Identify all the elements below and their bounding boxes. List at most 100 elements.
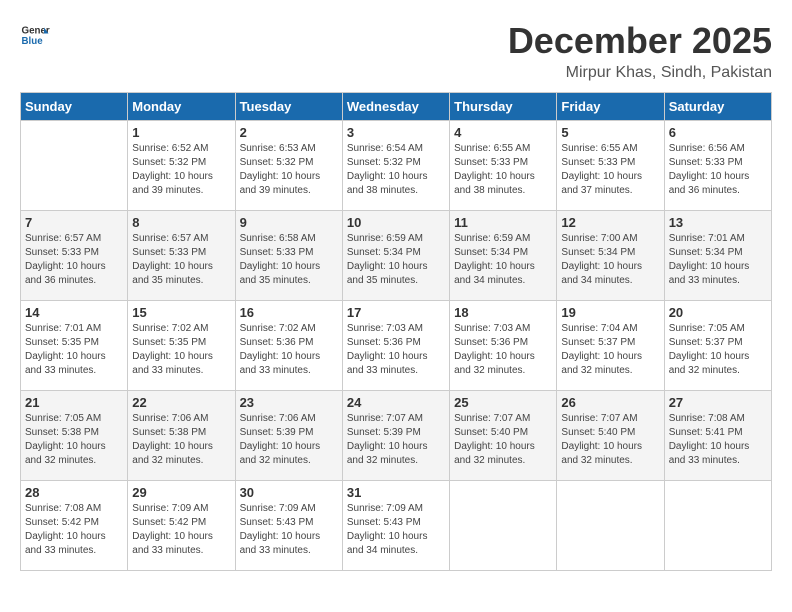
calendar-cell: 9 Sunrise: 6:58 AM Sunset: 5:33 PM Dayli… [235, 211, 342, 301]
logo-icon: General Blue [20, 20, 50, 50]
calendar-cell [557, 481, 664, 571]
cell-info: Sunrise: 6:53 AM Sunset: 5:32 PM Dayligh… [240, 142, 338, 198]
calendar-cell: 19 Sunrise: 7:04 AM Sunset: 5:37 PM Dayl… [557, 301, 664, 391]
calendar-week-row: 28 Sunrise: 7:08 AM Sunset: 5:42 PM Dayl… [21, 481, 772, 571]
calendar-week-row: 1 Sunrise: 6:52 AM Sunset: 5:32 PM Dayli… [21, 121, 772, 211]
cell-info: Sunrise: 7:09 AM Sunset: 5:43 PM Dayligh… [347, 502, 445, 558]
calendar-cell [21, 121, 128, 211]
calendar-cell: 2 Sunrise: 6:53 AM Sunset: 5:32 PM Dayli… [235, 121, 342, 211]
header-friday: Friday [557, 93, 664, 121]
cell-day-number: 28 [25, 485, 123, 500]
calendar-cell: 4 Sunrise: 6:55 AM Sunset: 5:33 PM Dayli… [450, 121, 557, 211]
calendar-cell: 26 Sunrise: 7:07 AM Sunset: 5:40 PM Dayl… [557, 391, 664, 481]
calendar-week-row: 21 Sunrise: 7:05 AM Sunset: 5:38 PM Dayl… [21, 391, 772, 481]
cell-day-number: 11 [454, 215, 552, 230]
cell-info: Sunrise: 6:55 AM Sunset: 5:33 PM Dayligh… [454, 142, 552, 198]
cell-day-number: 16 [240, 305, 338, 320]
cell-info: Sunrise: 7:04 AM Sunset: 5:37 PM Dayligh… [561, 322, 659, 378]
calendar-cell: 14 Sunrise: 7:01 AM Sunset: 5:35 PM Dayl… [21, 301, 128, 391]
cell-day-number: 8 [132, 215, 230, 230]
header-saturday: Saturday [664, 93, 771, 121]
cell-day-number: 14 [25, 305, 123, 320]
cell-info: Sunrise: 6:54 AM Sunset: 5:32 PM Dayligh… [347, 142, 445, 198]
cell-day-number: 24 [347, 395, 445, 410]
cell-day-number: 17 [347, 305, 445, 320]
cell-info: Sunrise: 7:05 AM Sunset: 5:37 PM Dayligh… [669, 322, 767, 378]
cell-info: Sunrise: 7:09 AM Sunset: 5:42 PM Dayligh… [132, 502, 230, 558]
logo: General Blue [20, 20, 50, 50]
calendar-cell: 28 Sunrise: 7:08 AM Sunset: 5:42 PM Dayl… [21, 481, 128, 571]
cell-info: Sunrise: 6:59 AM Sunset: 5:34 PM Dayligh… [347, 232, 445, 288]
calendar-cell: 3 Sunrise: 6:54 AM Sunset: 5:32 PM Dayli… [342, 121, 449, 211]
cell-day-number: 30 [240, 485, 338, 500]
calendar-cell: 29 Sunrise: 7:09 AM Sunset: 5:42 PM Dayl… [128, 481, 235, 571]
cell-day-number: 18 [454, 305, 552, 320]
calendar-table: SundayMondayTuesdayWednesdayThursdayFrid… [20, 92, 772, 571]
cell-day-number: 29 [132, 485, 230, 500]
calendar-cell: 18 Sunrise: 7:03 AM Sunset: 5:36 PM Dayl… [450, 301, 557, 391]
cell-info: Sunrise: 7:03 AM Sunset: 5:36 PM Dayligh… [347, 322, 445, 378]
cell-day-number: 10 [347, 215, 445, 230]
cell-info: Sunrise: 7:06 AM Sunset: 5:39 PM Dayligh… [240, 412, 338, 468]
cell-day-number: 31 [347, 485, 445, 500]
calendar-cell: 23 Sunrise: 7:06 AM Sunset: 5:39 PM Dayl… [235, 391, 342, 481]
title-section: December 2025 Mirpur Khas, Sindh, Pakist… [508, 20, 772, 82]
cell-info: Sunrise: 6:52 AM Sunset: 5:32 PM Dayligh… [132, 142, 230, 198]
cell-info: Sunrise: 6:59 AM Sunset: 5:34 PM Dayligh… [454, 232, 552, 288]
cell-day-number: 7 [25, 215, 123, 230]
calendar-week-row: 7 Sunrise: 6:57 AM Sunset: 5:33 PM Dayli… [21, 211, 772, 301]
cell-day-number: 5 [561, 125, 659, 140]
cell-info: Sunrise: 7:07 AM Sunset: 5:40 PM Dayligh… [561, 412, 659, 468]
calendar-cell: 6 Sunrise: 6:56 AM Sunset: 5:33 PM Dayli… [664, 121, 771, 211]
calendar-cell: 10 Sunrise: 6:59 AM Sunset: 5:34 PM Dayl… [342, 211, 449, 301]
calendar-cell: 13 Sunrise: 7:01 AM Sunset: 5:34 PM Dayl… [664, 211, 771, 301]
calendar-cell: 11 Sunrise: 6:59 AM Sunset: 5:34 PM Dayl… [450, 211, 557, 301]
calendar-cell: 30 Sunrise: 7:09 AM Sunset: 5:43 PM Dayl… [235, 481, 342, 571]
calendar-cell: 24 Sunrise: 7:07 AM Sunset: 5:39 PM Dayl… [342, 391, 449, 481]
cell-info: Sunrise: 6:56 AM Sunset: 5:33 PM Dayligh… [669, 142, 767, 198]
cell-info: Sunrise: 6:57 AM Sunset: 5:33 PM Dayligh… [132, 232, 230, 288]
calendar-cell: 27 Sunrise: 7:08 AM Sunset: 5:41 PM Dayl… [664, 391, 771, 481]
cell-day-number: 13 [669, 215, 767, 230]
header-tuesday: Tuesday [235, 93, 342, 121]
cell-info: Sunrise: 7:01 AM Sunset: 5:35 PM Dayligh… [25, 322, 123, 378]
cell-day-number: 19 [561, 305, 659, 320]
calendar-cell: 7 Sunrise: 6:57 AM Sunset: 5:33 PM Dayli… [21, 211, 128, 301]
cell-info: Sunrise: 6:55 AM Sunset: 5:33 PM Dayligh… [561, 142, 659, 198]
cell-day-number: 27 [669, 395, 767, 410]
calendar-cell: 15 Sunrise: 7:02 AM Sunset: 5:35 PM Dayl… [128, 301, 235, 391]
cell-info: Sunrise: 7:07 AM Sunset: 5:40 PM Dayligh… [454, 412, 552, 468]
calendar-cell: 25 Sunrise: 7:07 AM Sunset: 5:40 PM Dayl… [450, 391, 557, 481]
cell-day-number: 1 [132, 125, 230, 140]
calendar-cell: 8 Sunrise: 6:57 AM Sunset: 5:33 PM Dayli… [128, 211, 235, 301]
cell-day-number: 12 [561, 215, 659, 230]
header-wednesday: Wednesday [342, 93, 449, 121]
month-title: December 2025 [508, 20, 772, 62]
cell-day-number: 3 [347, 125, 445, 140]
cell-info: Sunrise: 7:09 AM Sunset: 5:43 PM Dayligh… [240, 502, 338, 558]
cell-info: Sunrise: 7:02 AM Sunset: 5:35 PM Dayligh… [132, 322, 230, 378]
calendar-cell: 31 Sunrise: 7:09 AM Sunset: 5:43 PM Dayl… [342, 481, 449, 571]
cell-info: Sunrise: 7:05 AM Sunset: 5:38 PM Dayligh… [25, 412, 123, 468]
page-header: General Blue December 2025 Mirpur Khas, … [20, 20, 772, 82]
header-monday: Monday [128, 93, 235, 121]
cell-info: Sunrise: 7:08 AM Sunset: 5:41 PM Dayligh… [669, 412, 767, 468]
cell-info: Sunrise: 7:00 AM Sunset: 5:34 PM Dayligh… [561, 232, 659, 288]
cell-day-number: 20 [669, 305, 767, 320]
calendar-cell [664, 481, 771, 571]
cell-info: Sunrise: 7:06 AM Sunset: 5:38 PM Dayligh… [132, 412, 230, 468]
calendar-cell: 17 Sunrise: 7:03 AM Sunset: 5:36 PM Dayl… [342, 301, 449, 391]
header-sunday: Sunday [21, 93, 128, 121]
cell-info: Sunrise: 6:58 AM Sunset: 5:33 PM Dayligh… [240, 232, 338, 288]
cell-day-number: 6 [669, 125, 767, 140]
calendar-cell: 1 Sunrise: 6:52 AM Sunset: 5:32 PM Dayli… [128, 121, 235, 211]
cell-day-number: 4 [454, 125, 552, 140]
header-thursday: Thursday [450, 93, 557, 121]
cell-info: Sunrise: 7:02 AM Sunset: 5:36 PM Dayligh… [240, 322, 338, 378]
calendar-cell [450, 481, 557, 571]
calendar-cell: 22 Sunrise: 7:06 AM Sunset: 5:38 PM Dayl… [128, 391, 235, 481]
cell-info: Sunrise: 7:03 AM Sunset: 5:36 PM Dayligh… [454, 322, 552, 378]
cell-info: Sunrise: 7:08 AM Sunset: 5:42 PM Dayligh… [25, 502, 123, 558]
cell-info: Sunrise: 7:01 AM Sunset: 5:34 PM Dayligh… [669, 232, 767, 288]
cell-day-number: 22 [132, 395, 230, 410]
